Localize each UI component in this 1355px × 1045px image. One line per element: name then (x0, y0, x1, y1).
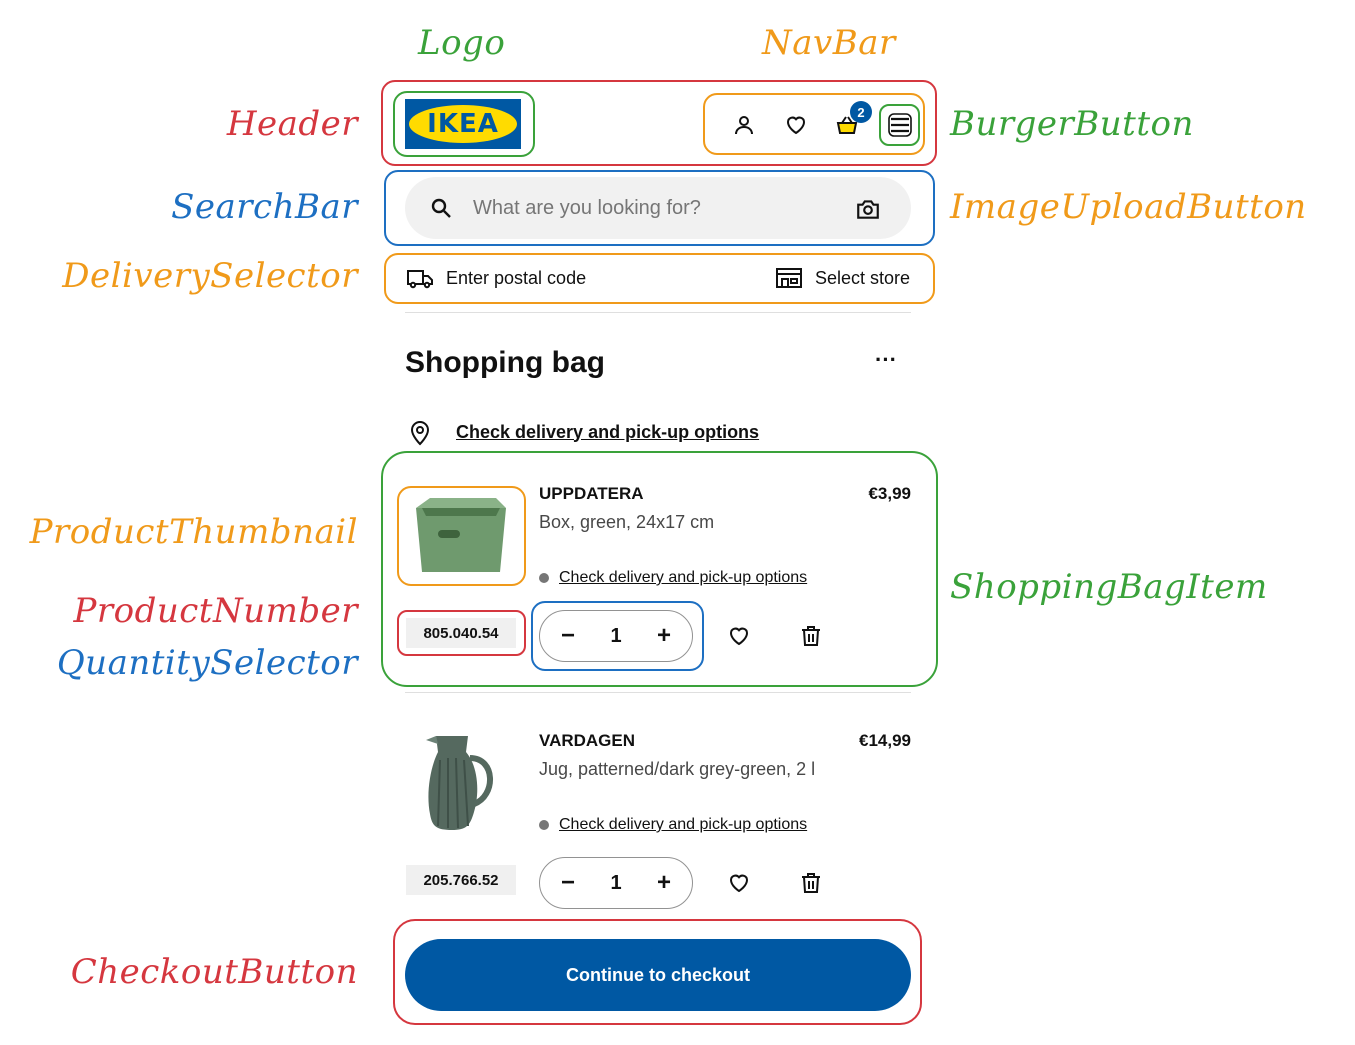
decrease-quantity-button[interactable]: − (558, 622, 578, 650)
check-delivery-label[interactable]: Check delivery and pick-up options (456, 422, 759, 443)
check-delivery-link[interactable]: Check delivery and pick-up options (408, 418, 759, 446)
annotation-product-thumbnail-label: ProductThumbnail (29, 512, 358, 552)
heart-icon[interactable] (779, 108, 813, 142)
annotation-search-bar-label: SearchBar (171, 187, 358, 227)
checkout-button[interactable]: Continue to checkout (405, 939, 911, 1011)
camera-icon[interactable] (855, 196, 881, 222)
more-options-button[interactable]: ··· (870, 349, 902, 378)
trash-icon[interactable] (796, 868, 826, 898)
location-pin-icon (410, 421, 430, 446)
annotation-burger-button-label: BurgerButton (950, 104, 1194, 144)
favourite-heart-icon[interactable] (724, 621, 754, 651)
increase-quantity-button[interactable]: + (654, 869, 674, 897)
postal-code-selector[interactable]: Enter postal code (406, 262, 586, 294)
product-number: 805.040.54 (406, 618, 516, 648)
decrease-quantity-button[interactable]: − (558, 869, 578, 897)
increase-quantity-button[interactable]: + (654, 622, 674, 650)
page-title: Shopping bag (405, 346, 605, 379)
product-name[interactable]: UPPDATERA (539, 484, 644, 504)
annotation-checkout-button-label: CheckoutButton (70, 952, 358, 992)
profile-icon[interactable] (727, 108, 761, 142)
ikea-logo[interactable]: IKEA (405, 99, 521, 149)
search-input[interactable] (473, 177, 833, 239)
divider (405, 312, 911, 313)
store-icon (776, 268, 802, 288)
product-number: 205.766.52 (406, 865, 516, 895)
quantity-selector: − 1 + (539, 610, 693, 662)
product-name[interactable]: VARDAGEN (539, 731, 635, 751)
search-bar (405, 177, 911, 239)
annotation-navbar-label: NavBar (762, 23, 896, 63)
product-thumbnail-jug[interactable] (422, 730, 502, 834)
cart-count-badge: 2 (850, 101, 872, 123)
quantity-selector: − 1 + (539, 857, 693, 909)
product-thumbnail-box[interactable] (408, 494, 514, 578)
burger-menu-button[interactable] (883, 108, 917, 142)
item-check-delivery[interactable]: Check delivery and pick-up options (539, 816, 807, 834)
item-check-delivery-link[interactable]: Check delivery and pick-up options (559, 569, 807, 587)
status-dot (539, 573, 549, 583)
annotation-logo-label: Logo (418, 23, 506, 63)
favourite-heart-icon[interactable] (724, 868, 754, 898)
annotation-image-upload-label: ImageUploadButton (950, 187, 1307, 227)
annotation-shopping-bag-item-label: ShoppingBagItem (950, 567, 1268, 607)
item-check-delivery[interactable]: Check delivery and pick-up options (539, 569, 807, 587)
store-label: Select store (815, 267, 911, 288)
annotation-quantity-selector-label: QuantitySelector (56, 643, 358, 683)
status-dot (539, 820, 549, 830)
quantity-value[interactable]: 1 (610, 872, 621, 895)
product-description: Jug, patterned/dark grey-green, 2 l (539, 759, 816, 779)
item-check-delivery-link[interactable]: Check delivery and pick-up options (559, 816, 807, 834)
divider (405, 692, 911, 693)
search-icon (431, 198, 451, 218)
store-selector[interactable]: Select store (775, 262, 910, 294)
truck-icon (407, 270, 433, 289)
product-description: Box, green, 24x17 cm (539, 512, 715, 532)
annotation-delivery-selector-label: DeliverySelector (62, 256, 358, 296)
annotation-header-label: Header (226, 104, 358, 144)
trash-icon[interactable] (796, 621, 826, 651)
product-price: €14,99 (859, 731, 911, 750)
postal-code-label: Enter postal code (446, 267, 587, 288)
product-price: €3,99 (868, 484, 911, 503)
annotation-product-number-label: ProductNumber (73, 591, 358, 631)
quantity-value[interactable]: 1 (610, 625, 621, 648)
